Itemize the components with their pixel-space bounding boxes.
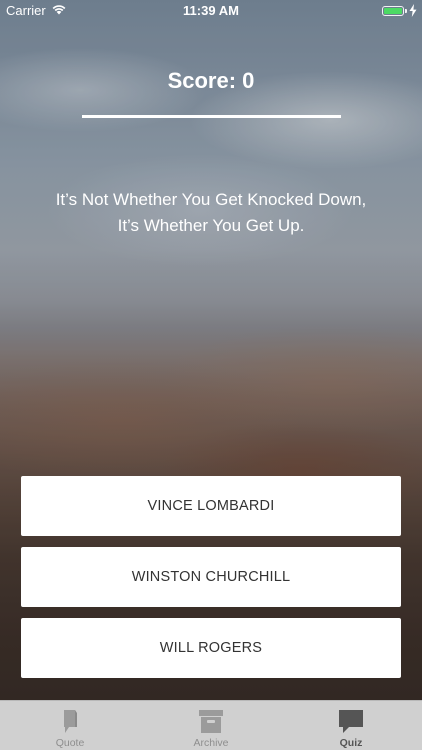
battery-level [384,8,402,14]
battery-tip [405,9,407,13]
status-time: 11:39 AM [183,3,239,18]
answer-button-3[interactable]: WILL ROGERS [21,618,401,678]
status-bar: Carrier 11:39 AM [0,0,422,22]
quiz-screen: Carrier 11:39 AM Score: 0 It’s Not Wheth… [0,0,422,750]
tab-archive-label: Archive [193,737,229,749]
tab-archive[interactable]: Archive [141,701,281,750]
tab-quiz[interactable]: Quiz [281,701,421,750]
charging-bolt-icon [409,4,417,17]
answer-button-1[interactable]: VINCE LOMBARDI [21,476,401,536]
tab-bar: Quote Archive Quiz [0,700,422,750]
score-label: Score: 0 [167,68,255,93]
quote-text: It’s Not Whether You Get Knocked Down, I… [55,190,367,235]
tab-quiz-label: Quiz [339,737,363,749]
chat-bubble-icon [339,710,363,733]
battery-icon [382,6,404,16]
archive-icon [199,710,223,733]
answer-button-2[interactable]: WINSTON CHURCHILL [21,547,401,607]
score-divider [82,115,341,118]
tab-quote[interactable]: Quote [0,701,140,750]
tab-quote-label: Quote [55,737,85,749]
quote-icon [64,710,77,733]
